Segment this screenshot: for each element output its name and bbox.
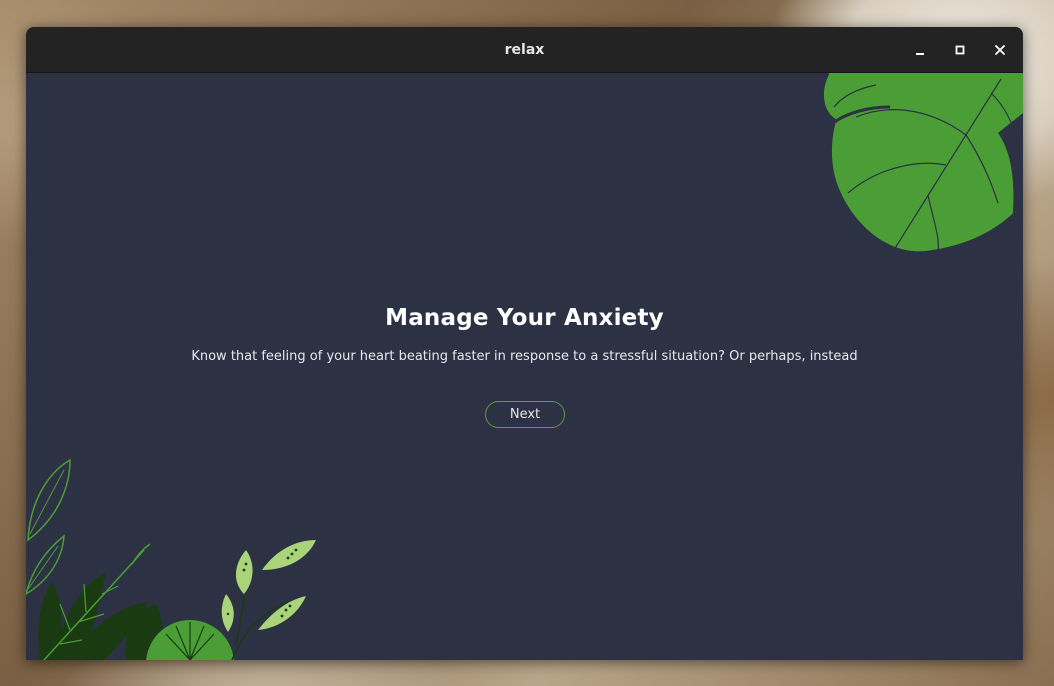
window-title: relax — [504, 42, 545, 58]
monstera-leaf-illustration — [820, 73, 1023, 254]
title-bar[interactable]: relax — [26, 27, 1023, 73]
close-button[interactable] — [988, 38, 1012, 62]
app-window: relax Manage Your Anxiety Know that feel… — [26, 27, 1023, 660]
window-close-icon — [995, 45, 1005, 55]
next-button[interactable]: Next — [485, 401, 565, 428]
window-minimize-icon — [916, 53, 924, 55]
window-maximize-icon — [955, 45, 965, 55]
minimize-button[interactable] — [908, 38, 932, 62]
maximize-button[interactable] — [948, 38, 972, 62]
onboarding-page: Manage Your Anxiety Know that feeling of… — [26, 73, 1023, 660]
page-description: Know that feeling of your heart beating … — [191, 349, 858, 364]
foliage-illustration — [26, 458, 316, 660]
page-heading: Manage Your Anxiety — [385, 305, 664, 331]
